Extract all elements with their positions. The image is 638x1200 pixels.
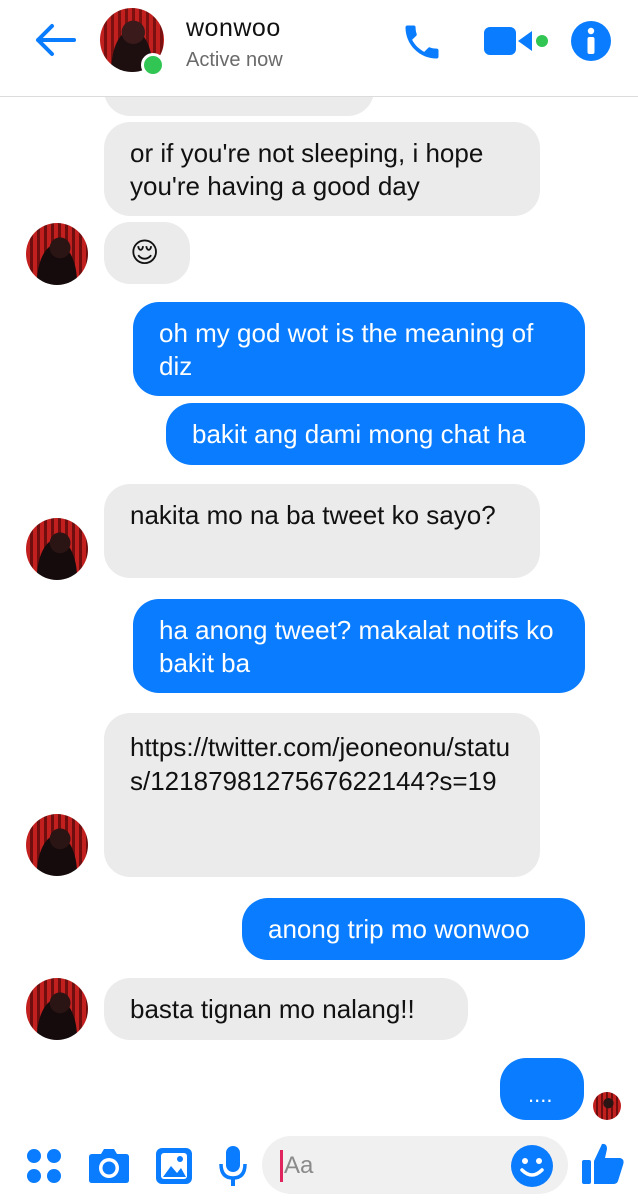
contact-avatar-small[interactable] [26,978,88,1040]
video-camera-icon[interactable] [482,24,554,58]
info-icon[interactable] [570,20,612,62]
contact-name[interactable]: wonwoo [186,14,281,43]
message-bubble-incoming[interactable]: 😌 [104,222,190,284]
phone-icon[interactable] [400,20,444,64]
conversation-header: wonwoo Active now [0,0,638,97]
message-bubble-outgoing[interactable]: anong trip mo wonwoo [242,898,585,960]
message-bubble-incoming-link[interactable]: https://twitter.com/jeoneonu/status/1218… [104,713,540,877]
thumbs-up-icon[interactable] [580,1140,626,1186]
message-bubble-outgoing[interactable]: bakit ang dami mong chat ha [166,403,585,465]
message-bubble-incoming[interactable]: basta tignan mo nalang!! [104,978,468,1040]
active-status-dot [141,53,165,77]
message-bubble-outgoing[interactable]: oh my god wot is the meaning of diz [133,302,585,396]
message-input-placeholder: Aa [284,1152,314,1179]
seen-indicator-avatar [593,1092,621,1120]
apps-icon[interactable] [24,1146,64,1186]
contact-status: Active now [186,49,283,71]
contact-avatar-small[interactable] [26,814,88,876]
emoji-icon[interactable] [510,1144,554,1188]
message-bubble-outgoing[interactable]: ha anong tweet? makalat notifs ko bakit … [133,599,585,693]
contact-avatar-small[interactable] [26,223,88,285]
microphone-icon[interactable] [218,1144,248,1188]
back-arrow-icon[interactable] [30,20,80,60]
text-cursor [280,1150,283,1182]
gallery-icon[interactable] [154,1146,194,1186]
message-bubble-outgoing[interactable]: .... [500,1058,584,1120]
contact-avatar-small[interactable] [26,518,88,580]
message-bubble-incoming[interactable]: or if you're not sleeping, i hope you're… [104,122,540,216]
camera-icon[interactable] [88,1146,130,1184]
message-bubble-incoming[interactable]: nakita mo na ba tweet ko sayo? [104,484,540,578]
